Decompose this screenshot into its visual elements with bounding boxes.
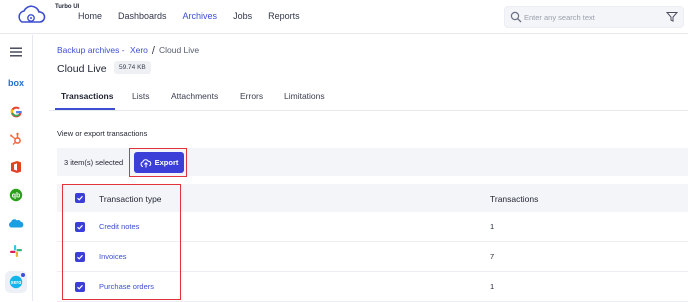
search-icon <box>510 11 522 23</box>
logo-text: Turbo UI <box>55 4 80 10</box>
select-all-checkbox[interactable] <box>75 193 85 203</box>
transaction-count: 1 <box>490 282 495 291</box>
sidebar-item-box[interactable]: box <box>5 72 27 94</box>
breadcrumb-current: Cloud Live <box>158 45 200 55</box>
transaction-count: 1 <box>490 222 495 231</box>
transaction-type-link[interactable]: Purchase orders <box>99 282 154 291</box>
slack-logo-icon <box>10 245 22 257</box>
action-bar: 3 item(s) selected Export <box>57 148 688 177</box>
notification-dot <box>21 273 25 277</box>
tab-bar: Transactions Lists Attachments Errors Li… <box>49 84 688 111</box>
check-icon <box>77 284 83 290</box>
row-checkbox[interactable] <box>75 252 85 262</box>
menu-icon[interactable] <box>9 46 23 58</box>
sidebar-item-quickbooks[interactable]: qb <box>5 184 27 206</box>
main-nav: Home Dashboards Archives Jobs Reports <box>78 11 316 21</box>
section-label: View or export transactions <box>57 129 148 138</box>
page-title: Cloud Live <box>57 63 107 75</box>
sidebar-item-salesforce[interactable] <box>5 212 27 234</box>
column-header-transactions[interactable]: Transactions <box>490 194 538 204</box>
transactions-table: Transaction type Transactions Credit not… <box>57 184 688 302</box>
cloud-upload-icon <box>140 158 151 167</box>
selected-count: 3 item(s) selected <box>64 158 124 167</box>
sidebar-item-hubspot[interactable] <box>5 128 27 150</box>
sidebar: box qb xero <box>0 35 33 301</box>
export-button[interactable]: Export <box>134 152 184 173</box>
sidebar-item-xero[interactable]: xero <box>5 271 27 293</box>
column-header-transaction-type[interactable]: Transaction type <box>99 194 162 204</box>
xero-logo-icon: xero <box>9 275 23 289</box>
check-icon <box>77 195 83 201</box>
breadcrumb-backup-archives[interactable]: Backup archives - <box>57 45 125 55</box>
transaction-type-link[interactable]: Credit notes <box>99 222 139 231</box>
row-checkbox[interactable] <box>75 282 85 292</box>
table-row: Credit notes 1 <box>57 212 688 242</box>
svg-text:qb: qb <box>12 193 21 200</box>
sidebar-item-office[interactable] <box>5 156 27 178</box>
breadcrumb-xero[interactable]: Xero <box>130 45 148 55</box>
google-logo-icon <box>10 106 22 118</box>
transaction-type-link[interactable]: Invoices <box>99 252 127 261</box>
table-row: Purchase orders 1 <box>57 272 688 302</box>
office-logo-icon <box>11 161 21 173</box>
active-tab-indicator <box>55 108 115 110</box>
row-checkbox[interactable] <box>75 222 85 232</box>
sidebar-item-google[interactable] <box>5 100 27 122</box>
sidebar-item-slack[interactable] <box>5 240 27 262</box>
nav-home[interactable]: Home <box>78 11 102 21</box>
tab-limitations[interactable]: Limitations <box>284 91 325 101</box>
export-button-label: Export <box>154 158 179 167</box>
search-input[interactable] <box>524 11 659 24</box>
svg-text:xero: xero <box>11 280 22 286</box>
nav-reports[interactable]: Reports <box>268 11 300 21</box>
breadcrumb-separator: / <box>151 45 155 57</box>
export-highlight: Export <box>129 148 187 177</box>
quickbooks-logo-icon: qb <box>9 188 23 202</box>
tab-errors[interactable]: Errors <box>240 91 263 101</box>
table-row: Invoices 7 <box>57 242 688 272</box>
nav-jobs[interactable]: Jobs <box>233 11 252 21</box>
search-box <box>504 6 684 28</box>
filter-icon[interactable] <box>666 11 678 23</box>
check-icon <box>77 224 83 230</box>
tab-attachments[interactable]: Attachments <box>171 91 218 101</box>
breadcrumb: Backup archives - Xero / Cloud Live <box>57 44 200 57</box>
box-logo-icon: box <box>7 78 24 88</box>
top-bar: Turbo UI Home Dashboards Archives Jobs R… <box>0 0 688 34</box>
nav-dashboards[interactable]: Dashboards <box>118 11 167 21</box>
nav-archives[interactable]: Archives <box>183 11 218 21</box>
table-header: Transaction type Transactions <box>57 184 688 212</box>
transaction-count: 7 <box>490 252 495 261</box>
tab-lists[interactable]: Lists <box>132 91 149 101</box>
hubspot-logo-icon <box>10 132 21 145</box>
tab-transactions[interactable]: Transactions <box>61 91 113 101</box>
size-badge: 59.74 KB <box>114 61 151 74</box>
check-icon <box>77 254 83 260</box>
salesforce-logo-icon <box>9 219 24 228</box>
turbo-ui-logo-icon[interactable] <box>16 5 56 29</box>
